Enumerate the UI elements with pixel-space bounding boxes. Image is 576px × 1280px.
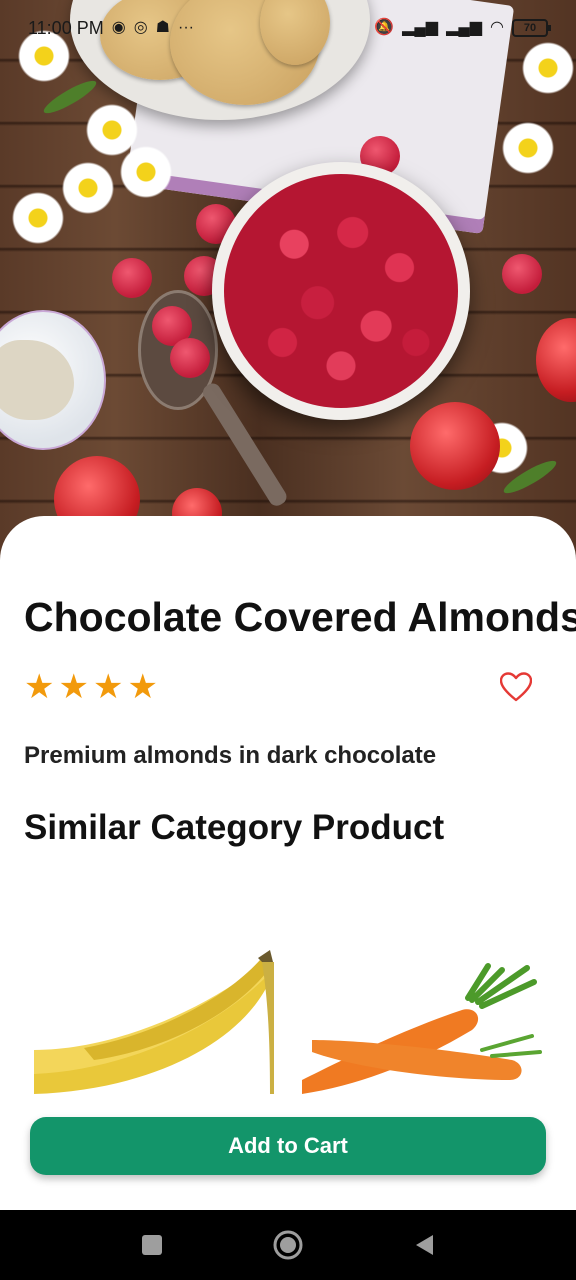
add-to-cart-button[interactable]: Add to Cart [30,1117,546,1175]
raspberry [170,338,210,378]
similar-product-card-carrot[interactable] [302,940,542,1094]
raspberries [224,174,458,408]
raspberry [502,254,542,294]
daisy-flower [500,120,556,176]
similar-product-card-banana[interactable] [34,940,274,1094]
star-icon: ★ [58,668,89,706]
apple [410,402,500,490]
product-hero-image [0,0,576,560]
home-circle-icon [273,1230,303,1260]
raspberry-bowl [212,162,470,420]
contact-icon: ☗ [155,19,170,36]
product-description: Premium almonds in dark chocolate [24,742,437,769]
star-icon: ★ [24,668,55,706]
home-button[interactable] [268,1225,308,1265]
similar-section-title: Similar Category Product [24,808,445,847]
mute-icon: 🔕 [374,19,395,36]
star-icon: ★ [92,668,124,706]
favorite-heart-icon[interactable] [496,667,536,707]
star-icon: ★ [127,668,158,706]
daisy-flower [60,160,116,216]
banana-image [34,950,274,1094]
recents-button[interactable] [132,1225,172,1265]
whatsapp-icon: ◎ [133,19,148,36]
status-bar: 11:00 PM ◉ ◎ ☗ ··· 🔕 ▂▄▆ ▂▄▆ ◠ 70 [0,0,576,56]
daisy-flower [10,190,66,246]
battery-icon: 70 [512,19,551,37]
back-triangle-icon [416,1235,433,1255]
messenger-icon: ◉ [111,19,126,36]
status-time: 11:00 PM [28,17,104,38]
battery-level: 70 [523,22,537,34]
back-button[interactable] [404,1225,444,1265]
product-title: Chocolate Covered Almonds [24,594,576,640]
more-dots-icon: ··· [178,19,194,36]
wifi-icon: ◠ [490,19,504,36]
system-navigation-bar [0,1210,576,1280]
signal-icon: ▂▄▆ [446,19,483,36]
daisy-flower [118,144,174,200]
raspberry [112,258,152,298]
carrot-image [302,963,542,1094]
heart-outline-icon [500,672,532,702]
square-icon [142,1235,162,1255]
apple [536,318,576,402]
rating-stars: ★ ★ ★ ★ [24,668,158,706]
signal-icon: ▂▄▆ [402,19,439,36]
